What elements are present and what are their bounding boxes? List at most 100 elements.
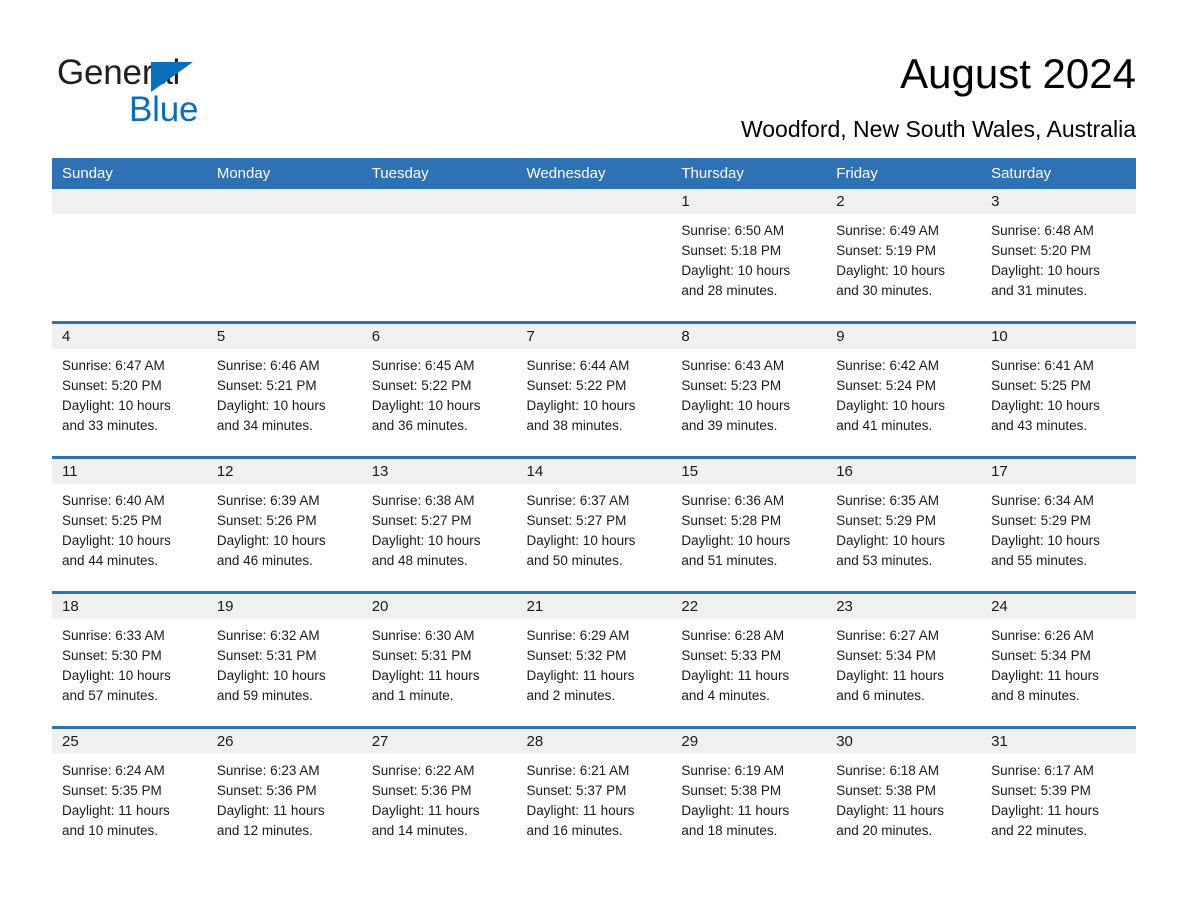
day-detail-daylight-line2: and 4 minutes.: [681, 688, 770, 703]
day-detail-daylight-line1: Daylight: 10 hours: [216, 533, 326, 548]
day-detail-sunrise: Sunrise: 6:42 AM: [836, 358, 940, 373]
day-detail-sunset: Sunset: 5:38 PM: [836, 783, 937, 798]
day-detail-daylight-line1: Daylight: 11 hours: [371, 803, 480, 818]
calendar-cell-day: 19 Sunrise: 6:32 AM Sunset: 5:31 PM Dayligh…: [206, 594, 362, 726]
calendar-cell[interactable]: 9 Sunrise: 6:42 AM Sunset: 5:24 PM Daylight…: [826, 321, 982, 458]
calendar-week-row: 4 Sunrise: 6:47 AM Sunset: 5:20 PM Daylight…: [52, 321, 1136, 458]
day-number: 19: [206, 594, 362, 619]
day-detail-daylight-line1: Daylight: 10 hours: [836, 263, 946, 278]
day-detail-daylight-line2: and 18 minutes.: [681, 823, 778, 838]
day-number: [361, 189, 517, 214]
calendar-cell[interactable]: 12 Sunrise: 6:39 AM Sunset: 5:26 PM Dayligh…: [206, 456, 362, 593]
calendar-cell-day: 8 Sunrise: 6:43 AM Sunset: 5:23 PM Daylight…: [671, 324, 827, 456]
day-detail-daylight-line1: Daylight: 10 hours: [62, 398, 171, 413]
day-detail-sunset: Sunset: 5:28 PM: [681, 513, 782, 528]
day-detail-daylight-line2: and 30 minutes.: [836, 283, 933, 298]
calendar-cell[interactable]: 13 Sunrise: 6:38 AM Sunset: 5:27 PM Dayligh…: [361, 456, 517, 593]
day-number: 3: [981, 189, 1136, 214]
calendar-cell[interactable]: 18 Sunrise: 6:33 AM Sunset: 5:30 PM Dayligh…: [52, 591, 207, 728]
calendar-cell-day: 18 Sunrise: 6:33 AM Sunset: 5:30 PM Dayligh…: [52, 594, 207, 726]
day-detail-daylight-line1: Daylight: 10 hours: [991, 263, 1100, 278]
calendar-cell[interactable]: 24 Sunrise: 6:26 AM Sunset: 5:34 PM Dayligh…: [981, 591, 1136, 728]
calendar-cell[interactable]: 1 Sunrise: 6:50 AM Sunset: 5:18 PM Daylight…: [671, 189, 827, 323]
day-detail-sunset: Sunset: 5:18 PM: [681, 243, 782, 258]
calendar-cell[interactable]: 22 Sunrise: 6:28 AM Sunset: 5:33 PM Dayligh…: [671, 591, 827, 728]
calendar-cell[interactable]: 27 Sunrise: 6:22 AM Sunset: 5:36 PM Dayligh…: [361, 726, 517, 861]
calendar-cell-day: 31 Sunrise: 6:17 AM Sunset: 5:39 PM Dayligh…: [981, 729, 1136, 861]
day-detail-daylight-line2: and 31 minutes.: [991, 283, 1088, 298]
day-number: 5: [206, 324, 362, 349]
day-detail-daylight-line2: and 39 minutes.: [681, 418, 778, 433]
day-detail-daylight-line1: Daylight: 10 hours: [526, 533, 636, 548]
day-detail-sunset: Sunset: 5:36 PM: [216, 783, 317, 798]
calendar-cell[interactable]: 29 Sunrise: 6:19 AM Sunset: 5:38 PM Dayligh…: [671, 726, 827, 861]
calendar-cell[interactable]: 11 Sunrise: 6:40 AM Sunset: 5:25 PM Dayligh…: [52, 456, 207, 593]
calendar-cell[interactable]: 20 Sunrise: 6:30 AM Sunset: 5:31 PM Dayligh…: [361, 591, 517, 728]
day-number: 16: [826, 459, 982, 484]
day-number: 24: [981, 594, 1136, 619]
day-detail-daylight-line1: Daylight: 10 hours: [681, 398, 791, 413]
calendar-cell[interactable]: 28 Sunrise: 6:21 AM Sunset: 5:37 PM Dayligh…: [516, 726, 672, 861]
day-details: Sunrise: 6:34 AM Sunset: 5:29 PM Daylight:…: [981, 484, 1136, 571]
day-detail-daylight-line2: and 43 minutes.: [991, 418, 1088, 433]
day-detail-sunrise: Sunrise: 6:28 AM: [681, 628, 785, 643]
day-detail-daylight-line1: Daylight: 11 hours: [836, 668, 945, 683]
day-detail-daylight-line2: and 1 minute.: [371, 688, 454, 703]
calendar-cell[interactable]: 15 Sunrise: 6:36 AM Sunset: 5:28 PM Dayligh…: [671, 456, 827, 593]
calendar-cell[interactable]: 23 Sunrise: 6:27 AM Sunset: 5:34 PM Dayligh…: [826, 591, 982, 728]
day-detail-daylight-line2: and 28 minutes.: [681, 283, 778, 298]
calendar-cell[interactable]: 7 Sunrise: 6:44 AM Sunset: 5:22 PM Daylight…: [516, 321, 672, 458]
calendar-cell[interactable]: 19 Sunrise: 6:32 AM Sunset: 5:31 PM Dayligh…: [206, 591, 362, 728]
day-detail-daylight-line1: Daylight: 10 hours: [371, 533, 481, 548]
day-number: [206, 189, 362, 214]
day-details: Sunrise: 6:32 AM Sunset: 5:31 PM Daylight:…: [207, 619, 362, 706]
calendar-cell-empty: [52, 189, 207, 321]
day-detail-sunrise: Sunrise: 6:38 AM: [371, 493, 475, 508]
day-detail-sunset: Sunset: 5:22 PM: [371, 378, 472, 393]
day-detail-sunrise: Sunrise: 6:32 AM: [216, 628, 320, 643]
calendar-cell-day: 6 Sunrise: 6:45 AM Sunset: 5:22 PM Daylight…: [361, 324, 517, 456]
calendar-cell[interactable]: 10 Sunrise: 6:41 AM Sunset: 5:25 PM Dayligh…: [981, 321, 1136, 458]
day-number: 28: [516, 729, 672, 754]
day-detail-daylight-line2: and 36 minutes.: [371, 418, 468, 433]
weekday-header-tuesday: Tuesday: [361, 158, 517, 189]
calendar-cell[interactable]: 4 Sunrise: 6:47 AM Sunset: 5:20 PM Daylight…: [52, 321, 207, 458]
day-detail-daylight-line2: and 16 minutes.: [526, 823, 623, 838]
general-blue-logo[interactable]: General Blue: [57, 52, 317, 132]
calendar-cell[interactable]: 16 Sunrise: 6:35 AM Sunset: 5:29 PM Dayligh…: [826, 456, 982, 593]
day-detail-daylight-line2: and 38 minutes.: [526, 418, 623, 433]
day-detail-daylight-line1: Daylight: 10 hours: [836, 533, 946, 548]
day-detail-sunrise: Sunrise: 6:19 AM: [681, 763, 785, 778]
calendar-cell[interactable]: 21 Sunrise: 6:29 AM Sunset: 5:32 PM Dayligh…: [516, 591, 672, 728]
calendar-cell[interactable]: 30 Sunrise: 6:18 AM Sunset: 5:38 PM Dayligh…: [826, 726, 982, 861]
day-details: Sunrise: 6:36 AM Sunset: 5:28 PM Daylight:…: [671, 484, 826, 571]
day-detail-daylight-line1: Daylight: 11 hours: [526, 803, 635, 818]
day-detail-daylight-line2: and 6 minutes.: [836, 688, 925, 703]
calendar-cell[interactable]: 17 Sunrise: 6:34 AM Sunset: 5:29 PM Dayligh…: [981, 456, 1136, 593]
calendar-cell[interactable]: 14 Sunrise: 6:37 AM Sunset: 5:27 PM Dayligh…: [516, 456, 672, 593]
day-details: Sunrise: 6:47 AM Sunset: 5:20 PM Daylight:…: [52, 349, 207, 436]
calendar-cell-day: 7 Sunrise: 6:44 AM Sunset: 5:22 PM Daylight…: [516, 324, 672, 456]
day-detail-daylight-line1: Daylight: 11 hours: [62, 803, 170, 818]
day-detail-sunset: Sunset: 5:27 PM: [371, 513, 472, 528]
day-detail-daylight-line2: and 14 minutes.: [371, 823, 468, 838]
day-number: 1: [671, 189, 827, 214]
day-details: Sunrise: 6:26 AM Sunset: 5:34 PM Daylight:…: [981, 619, 1136, 706]
calendar-cell[interactable]: 6 Sunrise: 6:45 AM Sunset: 5:22 PM Daylight…: [361, 321, 517, 458]
calendar-cell[interactable]: 26 Sunrise: 6:23 AM Sunset: 5:36 PM Dayligh…: [206, 726, 362, 861]
calendar-cell[interactable]: 31 Sunrise: 6:17 AM Sunset: 5:39 PM Dayligh…: [981, 726, 1136, 861]
day-detail-sunset: Sunset: 5:19 PM: [836, 243, 937, 258]
day-detail-daylight-line1: Daylight: 10 hours: [681, 263, 791, 278]
calendar-body: 1 Sunrise: 6:50 AM Sunset: 5:18 PM Daylight…: [52, 189, 1136, 861]
day-detail-sunset: Sunset: 5:35 PM: [62, 783, 162, 798]
calendar-cell[interactable]: 25 Sunrise: 6:24 AM Sunset: 5:35 PM Dayligh…: [52, 726, 207, 861]
day-detail-daylight-line2: and 41 minutes.: [836, 418, 933, 433]
calendar-cell[interactable]: 5 Sunrise: 6:46 AM Sunset: 5:21 PM Daylight…: [206, 321, 362, 458]
calendar-cell[interactable]: 3 Sunrise: 6:48 AM Sunset: 5:20 PM Daylight…: [981, 189, 1136, 323]
day-detail-sunrise: Sunrise: 6:24 AM: [62, 763, 165, 778]
calendar-cell[interactable]: 2 Sunrise: 6:49 AM Sunset: 5:19 PM Daylight…: [826, 189, 982, 323]
calendar-cell[interactable]: 8 Sunrise: 6:43 AM Sunset: 5:23 PM Daylight…: [671, 321, 827, 458]
day-detail-daylight-line2: and 48 minutes.: [371, 553, 468, 568]
day-details: Sunrise: 6:41 AM Sunset: 5:25 PM Daylight:…: [981, 349, 1136, 436]
day-number: 7: [516, 324, 672, 349]
